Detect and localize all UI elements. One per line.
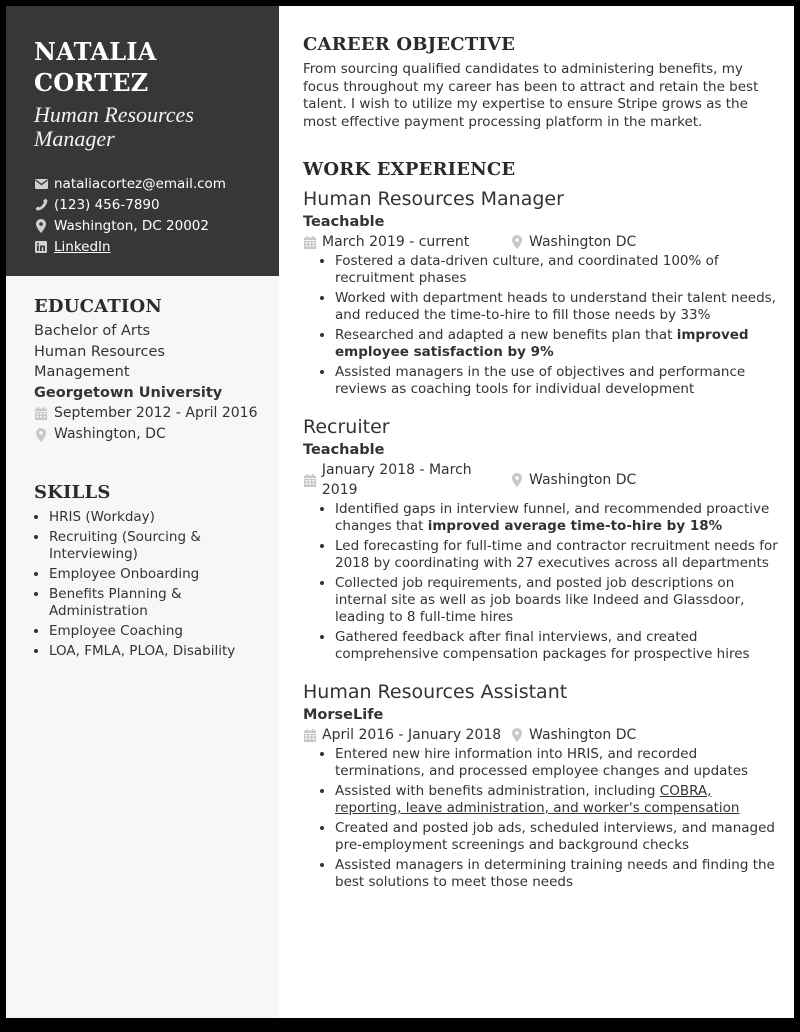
skills-heading: SKILLS [34,482,111,503]
job-location-text: Washington DC [529,472,637,488]
skill-item: Benefits Planning & Administration [49,586,269,620]
underlined-text: COBRA, reporting, leave administration, … [335,783,740,816]
resume-header: NATALIA CORTEZ Human Resources Manager n… [6,6,279,276]
field-of-study-line2: Management [34,364,130,380]
skill-item: LOA, FMLA, PLOA, Disability [49,643,269,660]
skills-section: SKILLS HRIS (Workday) Recruiting (Sourci… [34,482,269,663]
job-location: Washington DC [510,232,636,252]
job-location: Washington DC [510,725,636,745]
objective-text: From sourcing qualified candidates to ad… [303,61,759,130]
education-dates: September 2012 - April 2016 [34,403,264,424]
contact-email: nataliacortez@email.com [34,173,226,194]
job-entry: Human Resources Manager Teachable March 20… [303,186,778,398]
job-bullet: Gathered feedback after final interviews… [335,629,778,663]
phone-icon [34,198,48,212]
sidebar: NATALIA CORTEZ Human Resources Manager n… [6,6,279,1018]
highlighted-achievement: improved employee satisfaction by 9% [335,327,749,360]
linkedin-icon [34,240,48,254]
job-bullet: Identified gaps in interview funnel, and… [335,501,778,535]
job-meta: April 2016 - January 2018 Washington DC [303,725,778,745]
job-bullet: Assisted managers in the use of objectiv… [335,364,778,398]
job-dates: March 2019 - current [303,232,510,252]
job-location: Washington DC [510,470,636,490]
email-text[interactable]: nataliacortez@email.com [54,176,226,192]
job-dates-text: March 2019 - current [322,234,470,250]
contact-phone: (123) 456-7890 [34,194,226,215]
job-bullet: Led forecasting for full-time and contra… [335,538,778,572]
location-text: Washington, DC 20002 [54,217,209,234]
job-meta: January 2018 - March 2019 Washington DC [303,460,778,500]
job-bullet: Researched and adapted a new benefits pl… [335,327,778,361]
education-location-text: Washington, DC [54,426,166,442]
candidate-title: Human Resources Manager [34,102,194,151]
job-location-text: Washington DC [529,234,637,250]
school-name: Georgetown University [34,384,223,401]
job-bullet: Worked with department heads to understa… [335,290,778,324]
skills-list: HRIS (Workday) Recruiting (Sourcing & In… [34,509,269,660]
linkedin-link[interactable]: LinkedIn [54,239,111,255]
company-name: MorseLife [303,707,384,723]
contact-linkedin: LinkedIn [34,236,226,257]
job-bullet: Assisted managers in determining trainin… [335,857,778,891]
job-dates-text: January 2018 - March 2019 [321,462,472,498]
envelope-icon [34,177,48,191]
job-bullet: Fostered a data-driven culture, and coor… [335,253,778,287]
contact-list: nataliacortez@email.com (123) 456-7890 W… [34,173,226,257]
education-heading: EDUCATION [34,296,163,317]
calendar-icon [34,407,48,421]
job-bullet: Entered new hire information into HRIS, … [335,746,778,780]
map-pin-icon [34,218,48,233]
map-pin-icon [510,728,524,742]
job-list: Human Resources Manager Teachable March 20… [303,186,778,891]
job-bullet: Created and posted job ads, scheduled in… [335,820,778,854]
job-bullets: Identified gaps in interview funnel, and… [303,501,778,663]
phone-text[interactable]: (123) 456-7890 [54,197,160,213]
career-objective-section: CAREER OBJECTIVE From sourcing qualified… [303,34,778,131]
company-name: Teachable [303,442,385,458]
job-title: Recruiter [303,416,390,438]
job-title: Human Resources Assistant [303,681,568,703]
map-pin-icon [510,235,524,249]
contact-location: Washington, DC 20002 [34,215,226,236]
education-dates-text: September 2012 - April 2016 [54,405,258,421]
job-entry: Human Resources Assistant MorseLife April … [303,679,778,891]
education-location: Washington, DC [34,424,264,445]
highlighted-achievement: improved average time-to-hire by 18% [427,518,723,534]
job-dates-text: April 2016 - January 2018 [322,727,502,743]
field-of-study-line1: Human Resources [34,343,165,360]
job-meta: March 2019 - current Washington DC [303,232,778,252]
objective-heading: CAREER OBJECTIVE [303,34,516,55]
map-pin-icon [510,473,524,487]
job-bullet: Assisted with benefits administration, i… [335,783,778,817]
candidate-name: NATALIA CORTEZ [34,36,254,98]
skill-item: Employee Onboarding [49,566,269,583]
job-dates: January 2018 - March 2019 [303,460,510,500]
calendar-icon [303,728,317,742]
resume-page: NATALIA CORTEZ Human Resources Manager n… [6,6,794,1018]
skill-item: Employee Coaching [49,623,269,640]
name-last: CORTEZ [34,68,149,97]
job-dates: April 2016 - January 2018 [303,725,510,745]
degree: Bachelor of Arts [34,323,151,339]
job-bullets: Fostered a data-driven culture, and coor… [303,253,778,398]
work-heading: WORK EXPERIENCE [303,159,516,180]
main-content: CAREER OBJECTIVE From sourcing qualified… [303,34,778,894]
work-experience-section: WORK EXPERIENCE Human Resources Manager T… [303,159,778,891]
job-title: Human Resources Manager [303,188,564,210]
job-bullets: Entered new hire information into HRIS, … [303,746,778,891]
map-pin-icon [34,427,48,442]
skill-item: HRIS (Workday) [49,509,269,526]
calendar-icon [303,235,317,249]
calendar-icon [303,473,317,487]
job-entry: Recruiter Teachable January 2018 - March 2… [303,414,778,663]
name-first: NATALIA [34,37,157,66]
job-location-text: Washington DC [529,727,637,743]
education-section: EDUCATION Bachelor of Arts Human Resourc… [34,296,264,445]
job-bullet: Collected job requirements, and posted j… [335,575,778,626]
skill-item: Recruiting (Sourcing & Interviewing) [49,529,269,563]
company-name: Teachable [303,214,385,230]
